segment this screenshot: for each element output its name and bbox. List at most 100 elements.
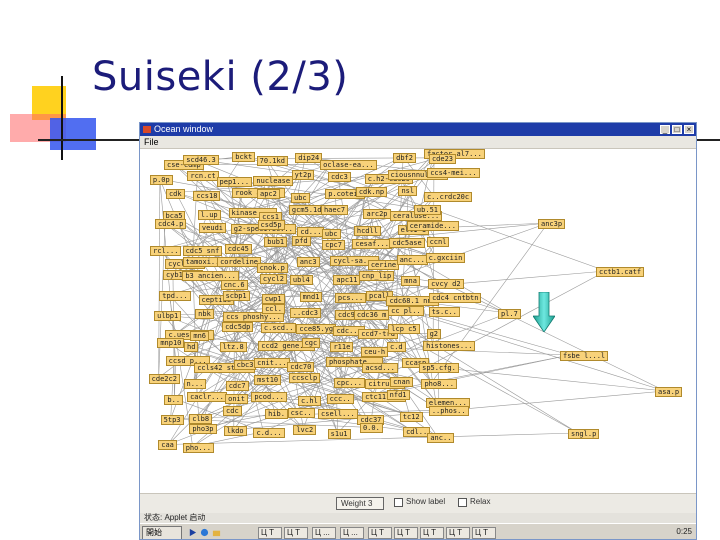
graph-node[interactable]: scd46.3 xyxy=(183,154,219,165)
graph-node[interactable]: cdc7 xyxy=(225,381,249,392)
graph-node[interactable]: ubl4 xyxy=(289,274,313,285)
graph-node[interactable]: hib. xyxy=(265,408,288,419)
graph-node[interactable]: ubc xyxy=(290,192,310,203)
graph-node[interactable]: ceu-h xyxy=(361,346,389,357)
graph-node[interactable]: yt2p xyxy=(291,169,315,180)
show-label-checkbox[interactable] xyxy=(394,498,403,507)
graph-node[interactable]: bub1 xyxy=(264,236,288,247)
graph-node[interactable]: csell... xyxy=(318,409,358,420)
graph-node[interactable]: cc pl.. xyxy=(388,305,424,316)
graph-node[interactable]: pho... xyxy=(182,442,214,453)
graph-node[interactable]: acsd... xyxy=(362,363,398,374)
graph-node[interactable]: clb8 xyxy=(189,414,213,425)
graph-node[interactable]: ccs18 xyxy=(193,190,221,201)
graph-node[interactable]: ub.51 xyxy=(413,205,441,216)
graph-node[interactable]: cordeline xyxy=(217,257,261,268)
close-button[interactable]: × xyxy=(684,125,694,134)
graph-node[interactable]: nbk xyxy=(195,308,214,319)
graph-node[interactable]: ..phos.. xyxy=(428,406,469,417)
taskbar-item[interactable]: Ц T xyxy=(284,527,308,539)
graph-node[interactable]: ltz.8 xyxy=(219,341,247,352)
graph-node[interactable]: cde2c2 xyxy=(148,373,180,384)
graph-node[interactable]: cnp_lip xyxy=(358,270,395,281)
graph-node[interactable]: anc3p xyxy=(538,219,566,229)
graph-node[interactable]: n... xyxy=(183,378,207,389)
graph-node[interactable]: cnit... xyxy=(254,357,290,368)
graph-node[interactable]: bckt xyxy=(232,152,256,163)
graph-node[interactable]: mnd1 xyxy=(299,291,323,302)
graph-node[interactable]: cpc7 xyxy=(322,240,345,251)
graph-node[interactable]: pho8... xyxy=(421,378,457,389)
graph-node[interactable]: s1u1 xyxy=(327,429,351,440)
graph-node[interactable]: ubc xyxy=(321,228,341,239)
graph-node[interactable]: mnp10 xyxy=(157,338,185,349)
graph-node[interactable]: cdc70 xyxy=(287,361,315,372)
graph-node[interactable]: pl.7 xyxy=(498,309,521,319)
graph-node[interactable]: ccnl xyxy=(426,236,450,247)
graph-node[interactable]: 5tp3 xyxy=(160,414,184,425)
window-titlebar[interactable]: Ocean window _ □ × xyxy=(140,123,696,136)
graph-node[interactable]: cdc36 m xyxy=(353,310,390,321)
graph-node[interactable]: lvc2 xyxy=(293,424,317,435)
graph-node[interactable]: cdk xyxy=(165,188,185,199)
graph-node[interactable]: arc2p xyxy=(363,208,391,219)
graph-node[interactable]: cdc4.p xyxy=(155,219,187,230)
graph-node[interactable]: c.hl xyxy=(297,395,321,406)
graph-node[interactable]: cdc5 snf xyxy=(182,245,223,256)
graph-node[interactable]: ccs4-mei... xyxy=(427,168,480,179)
graph-node[interactable]: ccc.. xyxy=(326,393,354,404)
taskbar-item[interactable]: Ц T xyxy=(446,527,470,539)
graph-node[interactable]: haec7 xyxy=(320,205,349,216)
graph-node[interactable]: ..cdc3 xyxy=(289,308,322,319)
graph-node[interactable]: nfd1 xyxy=(386,389,410,400)
graph-node[interactable]: cwp1 xyxy=(261,294,285,305)
graph-node[interactable]: cycl2 xyxy=(259,273,287,284)
start-button[interactable]: 開始 xyxy=(142,526,182,539)
graph-node[interactable]: anc.. xyxy=(427,432,455,443)
graph-node[interactable]: cctb1.catf xyxy=(596,267,645,277)
graph-node[interactable]: cdc xyxy=(223,406,242,417)
graph-node[interactable]: ulbp1 xyxy=(154,311,182,321)
graph-node[interactable]: hcdll xyxy=(353,225,381,236)
graph-node[interactable]: caa xyxy=(158,440,177,451)
taskbar-item[interactable]: Ц ... xyxy=(340,527,364,539)
graph-node[interactable]: c.d xyxy=(386,341,406,352)
graph-node[interactable]: dbf2 xyxy=(393,152,416,163)
graph-node[interactable]: anc3 xyxy=(296,257,320,267)
graph-node[interactable]: apc2 xyxy=(256,189,280,200)
graph-node[interactable]: ccl. xyxy=(262,304,285,315)
graph-node[interactable]: cde23 xyxy=(428,153,457,164)
graph-node[interactable]: cesaf... xyxy=(352,239,392,250)
graph-node[interactable]: c.d... xyxy=(253,427,285,438)
graph-node[interactable]: pcod... xyxy=(251,392,287,403)
graph-node[interactable]: nuclease xyxy=(253,176,294,187)
graph-node[interactable]: ts.c.. xyxy=(428,306,460,317)
taskbar-item[interactable]: Ц T xyxy=(368,527,392,539)
relax-checkbox[interactable] xyxy=(458,498,467,507)
graph-node[interactable]: asa.p xyxy=(655,387,683,397)
graph-node[interactable]: histones... xyxy=(423,341,476,352)
graph-node[interactable]: sngl.p xyxy=(568,429,600,439)
folder-icon[interactable] xyxy=(212,528,221,537)
graph-node[interactable]: 70.1kd xyxy=(256,156,288,166)
graph-canvas[interactable]: cse-cdmp scd46.3 bckt 70.1kd dip24 oclase-ea.… xyxy=(140,149,696,493)
graph-node[interactable]: cdl.. xyxy=(403,427,431,438)
graph-node[interactable]: c..crdc20c xyxy=(423,192,473,203)
graph-node[interactable]: cgc xyxy=(301,338,321,349)
graph-node[interactable]: caclr... xyxy=(187,391,227,402)
maximize-button[interactable]: □ xyxy=(672,125,682,134)
graph-node[interactable]: scbp1 xyxy=(222,291,250,302)
graph-node[interactable]: veudi xyxy=(198,223,226,234)
graph-node[interactable]: oclase-ea... xyxy=(320,160,377,171)
graph-node[interactable]: lcp c5 xyxy=(388,323,420,334)
graph-node[interactable]: cerine xyxy=(367,259,400,270)
graph-node[interactable]: ceramide... xyxy=(406,220,459,231)
graph-node[interactable]: tc12 xyxy=(399,411,423,422)
taskbar-item[interactable]: Ц T xyxy=(258,527,282,539)
graph-node[interactable]: lkdo xyxy=(223,425,247,436)
graph-node[interactable]: cnok.p xyxy=(256,262,288,273)
taskbar-item[interactable]: Ц ... xyxy=(312,527,336,539)
graph-node[interactable]: nsl xyxy=(398,185,418,196)
graph-node[interactable]: r11e xyxy=(330,342,354,353)
graph-node[interactable]: cdc5ase xyxy=(389,238,425,249)
